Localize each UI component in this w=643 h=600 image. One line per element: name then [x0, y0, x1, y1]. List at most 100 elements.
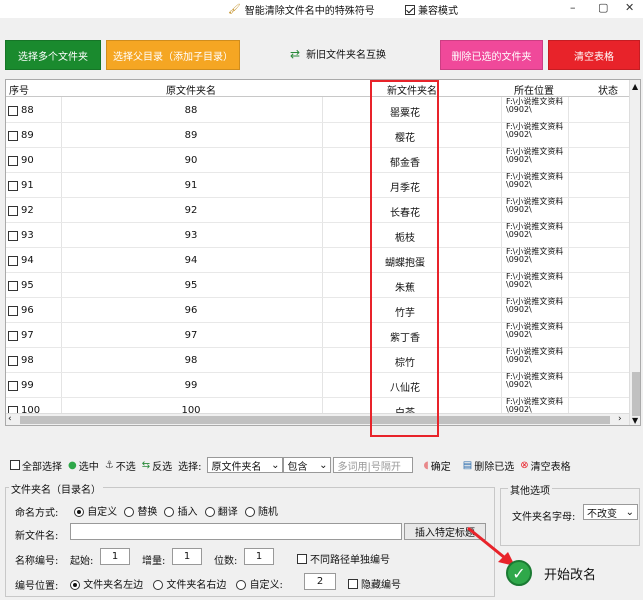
row-index[interactable]: 93: [8, 230, 34, 241]
header-index[interactable]: 序号: [9, 82, 29, 97]
position-right-radio[interactable]: 文件夹名右边: [153, 576, 226, 591]
compat-mode-checkbox[interactable]: 兼容模式: [405, 2, 458, 17]
header-location[interactable]: 所在位置: [514, 82, 554, 97]
newname-input[interactable]: [70, 523, 402, 540]
row-index[interactable]: 97: [8, 330, 34, 341]
step-input[interactable]: 1: [172, 548, 202, 565]
delete-selected-button[interactable]: ▤ 删除已选: [463, 458, 514, 473]
custom-position-input[interactable]: 2: [304, 573, 336, 590]
row-checkbox[interactable]: [8, 355, 18, 366]
mode-insert-radio[interactable]: 插入: [164, 503, 198, 518]
table-row[interactable]: 92 92 长春花 F:\小说推文资料\0902\: [6, 198, 629, 223]
radio-dot[interactable]: [74, 507, 84, 517]
uncheck-button[interactable]: ⚓ 不选: [105, 458, 136, 473]
minimize-button[interactable]: –: [570, 1, 576, 14]
table-row[interactable]: 89 89 樱花 F:\小说推文资料\0902\: [6, 123, 629, 148]
hide-number-checkbox[interactable]: 隐藏编号: [348, 576, 401, 591]
table-row[interactable]: 91 91 月季花 F:\小说推文资料\0902\: [6, 173, 629, 198]
separate-numbering-checkbox[interactable]: 不同路径单独编号: [297, 551, 390, 566]
table-row[interactable]: 93 93 栀枝 F:\小说推文资料\0902\: [6, 223, 629, 248]
header-status[interactable]: 状态: [598, 82, 618, 97]
row-original-name: 89: [184, 130, 198, 141]
row-checkbox[interactable]: [8, 305, 18, 316]
match-select[interactable]: 包含 ⌄: [283, 457, 332, 473]
maximize-button[interactable]: ▢: [598, 1, 608, 14]
table-row[interactable]: 96 96 竹芋 F:\小说推文资料\0902\: [6, 298, 629, 323]
row-index[interactable]: 98: [8, 355, 34, 366]
row-index[interactable]: 95: [8, 280, 34, 291]
position-custom-radio[interactable]: 自定义:: [236, 576, 283, 591]
scroll-left-icon[interactable]: ‹: [8, 414, 12, 424]
mode-translate-radio[interactable]: 翻译: [204, 503, 238, 518]
row-index[interactable]: 92: [8, 205, 34, 216]
row-index[interactable]: 89: [8, 130, 34, 141]
vertical-scroll-thumb[interactable]: [632, 372, 640, 416]
invert-button[interactable]: ⇆ 反选: [142, 458, 172, 473]
table-row[interactable]: 98 98 棕竹 F:\小说推文资料\0902\: [6, 348, 629, 373]
start-rename-button[interactable]: ✓ 开始改名: [500, 551, 640, 595]
confirm-button[interactable]: ◖ 确定: [423, 458, 450, 473]
scroll-right-icon[interactable]: ›: [618, 414, 622, 424]
scroll-down-icon[interactable]: ▼: [632, 416, 638, 425]
table-row[interactable]: 88 88 罂粟花 F:\小说推文资料\0902\: [6, 98, 629, 123]
digits-input[interactable]: 1: [244, 548, 274, 565]
row-index[interactable]: 94: [8, 255, 34, 266]
horizontal-scrollbar[interactable]: ‹ ›: [6, 413, 629, 425]
field-select[interactable]: 原文件夹名 ⌄: [207, 457, 284, 473]
row-checkbox[interactable]: [8, 180, 18, 191]
row-checkbox[interactable]: [8, 330, 18, 341]
clear-table-button[interactable]: 清空表格: [548, 40, 640, 70]
radio-dot[interactable]: [153, 580, 164, 590]
mode-random-radio[interactable]: 随机: [244, 503, 278, 518]
row-index[interactable]: 88: [8, 105, 34, 116]
clear-table-small-button[interactable]: ⊗ 清空表格: [520, 458, 570, 473]
row-index[interactable]: 96: [8, 305, 34, 316]
row-checkbox[interactable]: [8, 155, 18, 166]
search-input[interactable]: 多词用|号隔开: [333, 457, 414, 473]
row-index[interactable]: 91: [8, 180, 34, 191]
select-all-box[interactable]: [10, 460, 20, 470]
hide-box[interactable]: [348, 578, 358, 589]
radio-dot[interactable]: [236, 580, 247, 590]
radio-dot[interactable]: [70, 580, 80, 590]
mode-custom-radio[interactable]: 自定义: [74, 503, 117, 518]
row-checkbox[interactable]: [8, 280, 18, 291]
row-checkbox[interactable]: [8, 130, 18, 141]
row-index[interactable]: 99: [8, 380, 34, 391]
case-select[interactable]: 不改变 ⌄: [583, 504, 638, 520]
table-row[interactable]: 99 99 八仙花 F:\小说推文资料\0902\: [6, 373, 629, 398]
vertical-scrollbar[interactable]: ▲ ▼: [629, 80, 640, 425]
row-checkbox[interactable]: [8, 255, 18, 266]
table-row[interactable]: 95 95 朱蕉 F:\小说推文资料\0902\: [6, 273, 629, 298]
radio-dot[interactable]: [164, 507, 175, 517]
start-input[interactable]: 1: [100, 548, 130, 565]
folder-table[interactable]: 序号 原文件夹名 新文件夹名 所在位置 状态 88 88 罂粟花 F:\小说推文资料\…: [5, 79, 641, 426]
select-parent-button[interactable]: 选择父目录（添加子目录）: [106, 40, 240, 70]
table-row[interactable]: 94 94 蝴蝶抱蛋 F:\小说推文资料\0902\: [6, 248, 629, 273]
separate-box[interactable]: [297, 553, 307, 564]
select-folders-button[interactable]: 选择多个文件夹: [5, 40, 101, 70]
scroll-up-icon[interactable]: ▲: [632, 82, 638, 91]
header-original-name[interactable]: 原文件夹名: [166, 82, 216, 97]
mode-replace-radio[interactable]: 替换: [124, 503, 157, 518]
compat-check-icon[interactable]: [405, 4, 415, 15]
radio-dot[interactable]: [244, 507, 255, 517]
radio-dot[interactable]: [124, 507, 135, 517]
position-left-radio[interactable]: 文件夹名左边: [70, 576, 143, 591]
radio-dot[interactable]: [204, 507, 215, 517]
row-index[interactable]: 90: [8, 155, 34, 166]
row-checkbox[interactable]: [8, 105, 18, 116]
check-button[interactable]: ● 选中: [68, 458, 99, 473]
row-original-name: 94: [184, 255, 198, 266]
table-row[interactable]: 90 90 郁金香 F:\小说推文资料\0902\: [6, 148, 629, 173]
select-all-checkbox[interactable]: 全部选择: [10, 458, 62, 473]
delete-selected-folders-button[interactable]: 删除已选的文件夹: [440, 40, 543, 70]
swap-names-label: 新旧文件夹名互换: [306, 50, 387, 61]
row-checkbox[interactable]: [8, 380, 18, 391]
row-checkbox[interactable]: [8, 230, 18, 241]
close-button[interactable]: ✕: [625, 1, 634, 14]
table-row[interactable]: 97 97 紫丁香 F:\小说推文资料\0902\: [6, 323, 629, 348]
row-checkbox[interactable]: [8, 205, 18, 216]
swap-names-button[interactable]: ⇄ 新旧文件夹名互换: [290, 46, 387, 62]
horizontal-scroll-thumb[interactable]: [20, 416, 610, 424]
